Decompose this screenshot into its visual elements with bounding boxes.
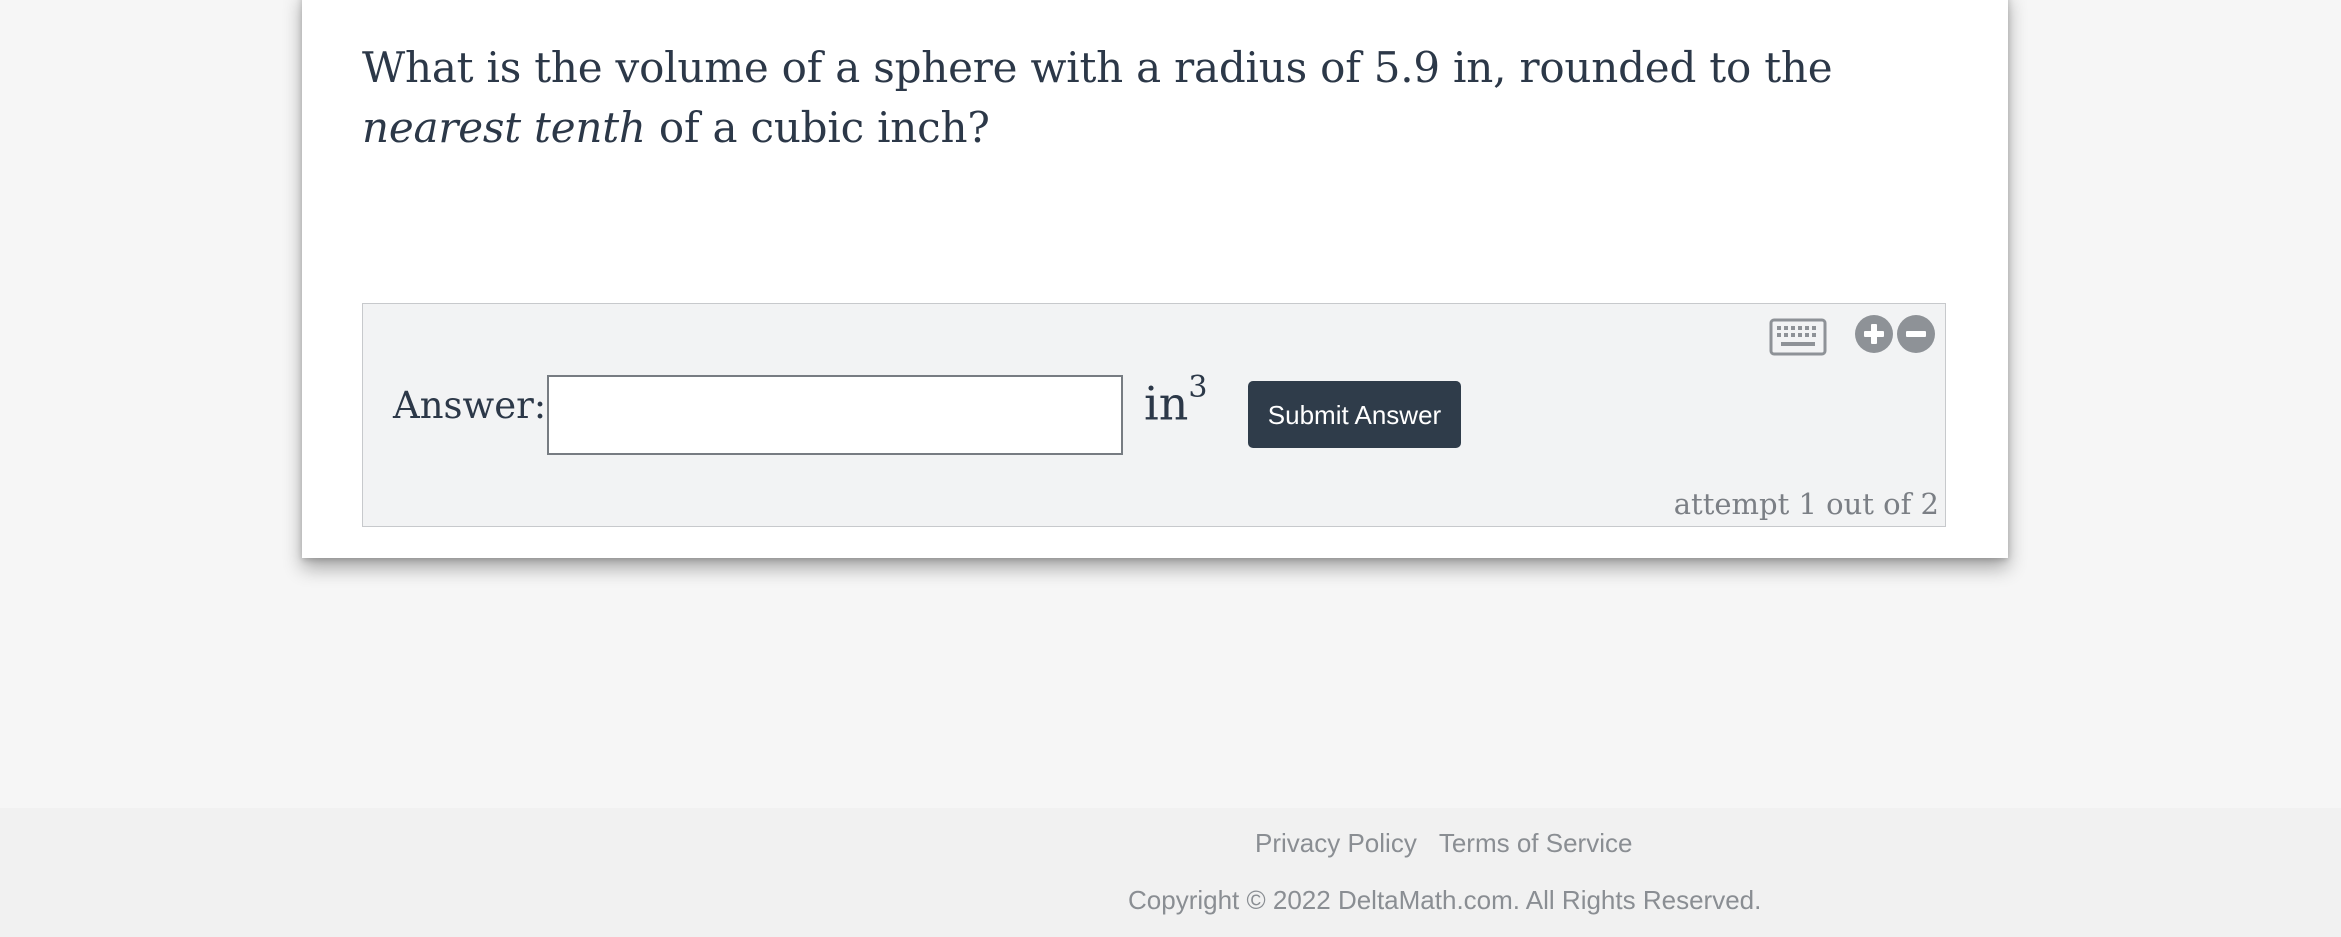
- answer-label: Answer:: [393, 384, 547, 427]
- keyboard-icon[interactable]: [1769, 318, 1827, 356]
- problem-card: What is the volume of a sphere with a ra…: [302, 0, 2008, 558]
- answer-panel: Answer: in3 Submit Answer attempt 1 out …: [362, 303, 1946, 527]
- zoom-in-icon[interactable]: [1854, 314, 1894, 354]
- footer-links: Privacy Policy Terms of Service: [1255, 828, 1632, 859]
- unit-base: in: [1144, 376, 1189, 431]
- copyright-text: Copyright © 2022 DeltaMath.com. All Righ…: [1128, 885, 1762, 915]
- question-text-end: of a cubic inch?: [645, 103, 990, 152]
- unit-label: in3: [1144, 370, 1207, 431]
- privacy-policy-link[interactable]: Privacy Policy: [1255, 828, 1417, 858]
- terms-of-service-link[interactable]: Terms of Service: [1439, 828, 1633, 858]
- question-emphasis: nearest tenth: [362, 103, 646, 152]
- zoom-out-icon[interactable]: [1896, 314, 1936, 354]
- question-text: What is the volume of a sphere with a ra…: [362, 38, 1962, 158]
- question-text-start: What is the volume of a sphere with a ra…: [362, 43, 1833, 92]
- footer: Privacy Policy Terms of Service Copyright…: [0, 808, 2341, 937]
- attempt-counter: attempt 1 out of 2: [1673, 487, 1939, 521]
- submit-answer-button[interactable]: Submit Answer: [1248, 381, 1461, 448]
- answer-input[interactable]: [547, 375, 1123, 455]
- unit-exponent: 3: [1188, 370, 1208, 405]
